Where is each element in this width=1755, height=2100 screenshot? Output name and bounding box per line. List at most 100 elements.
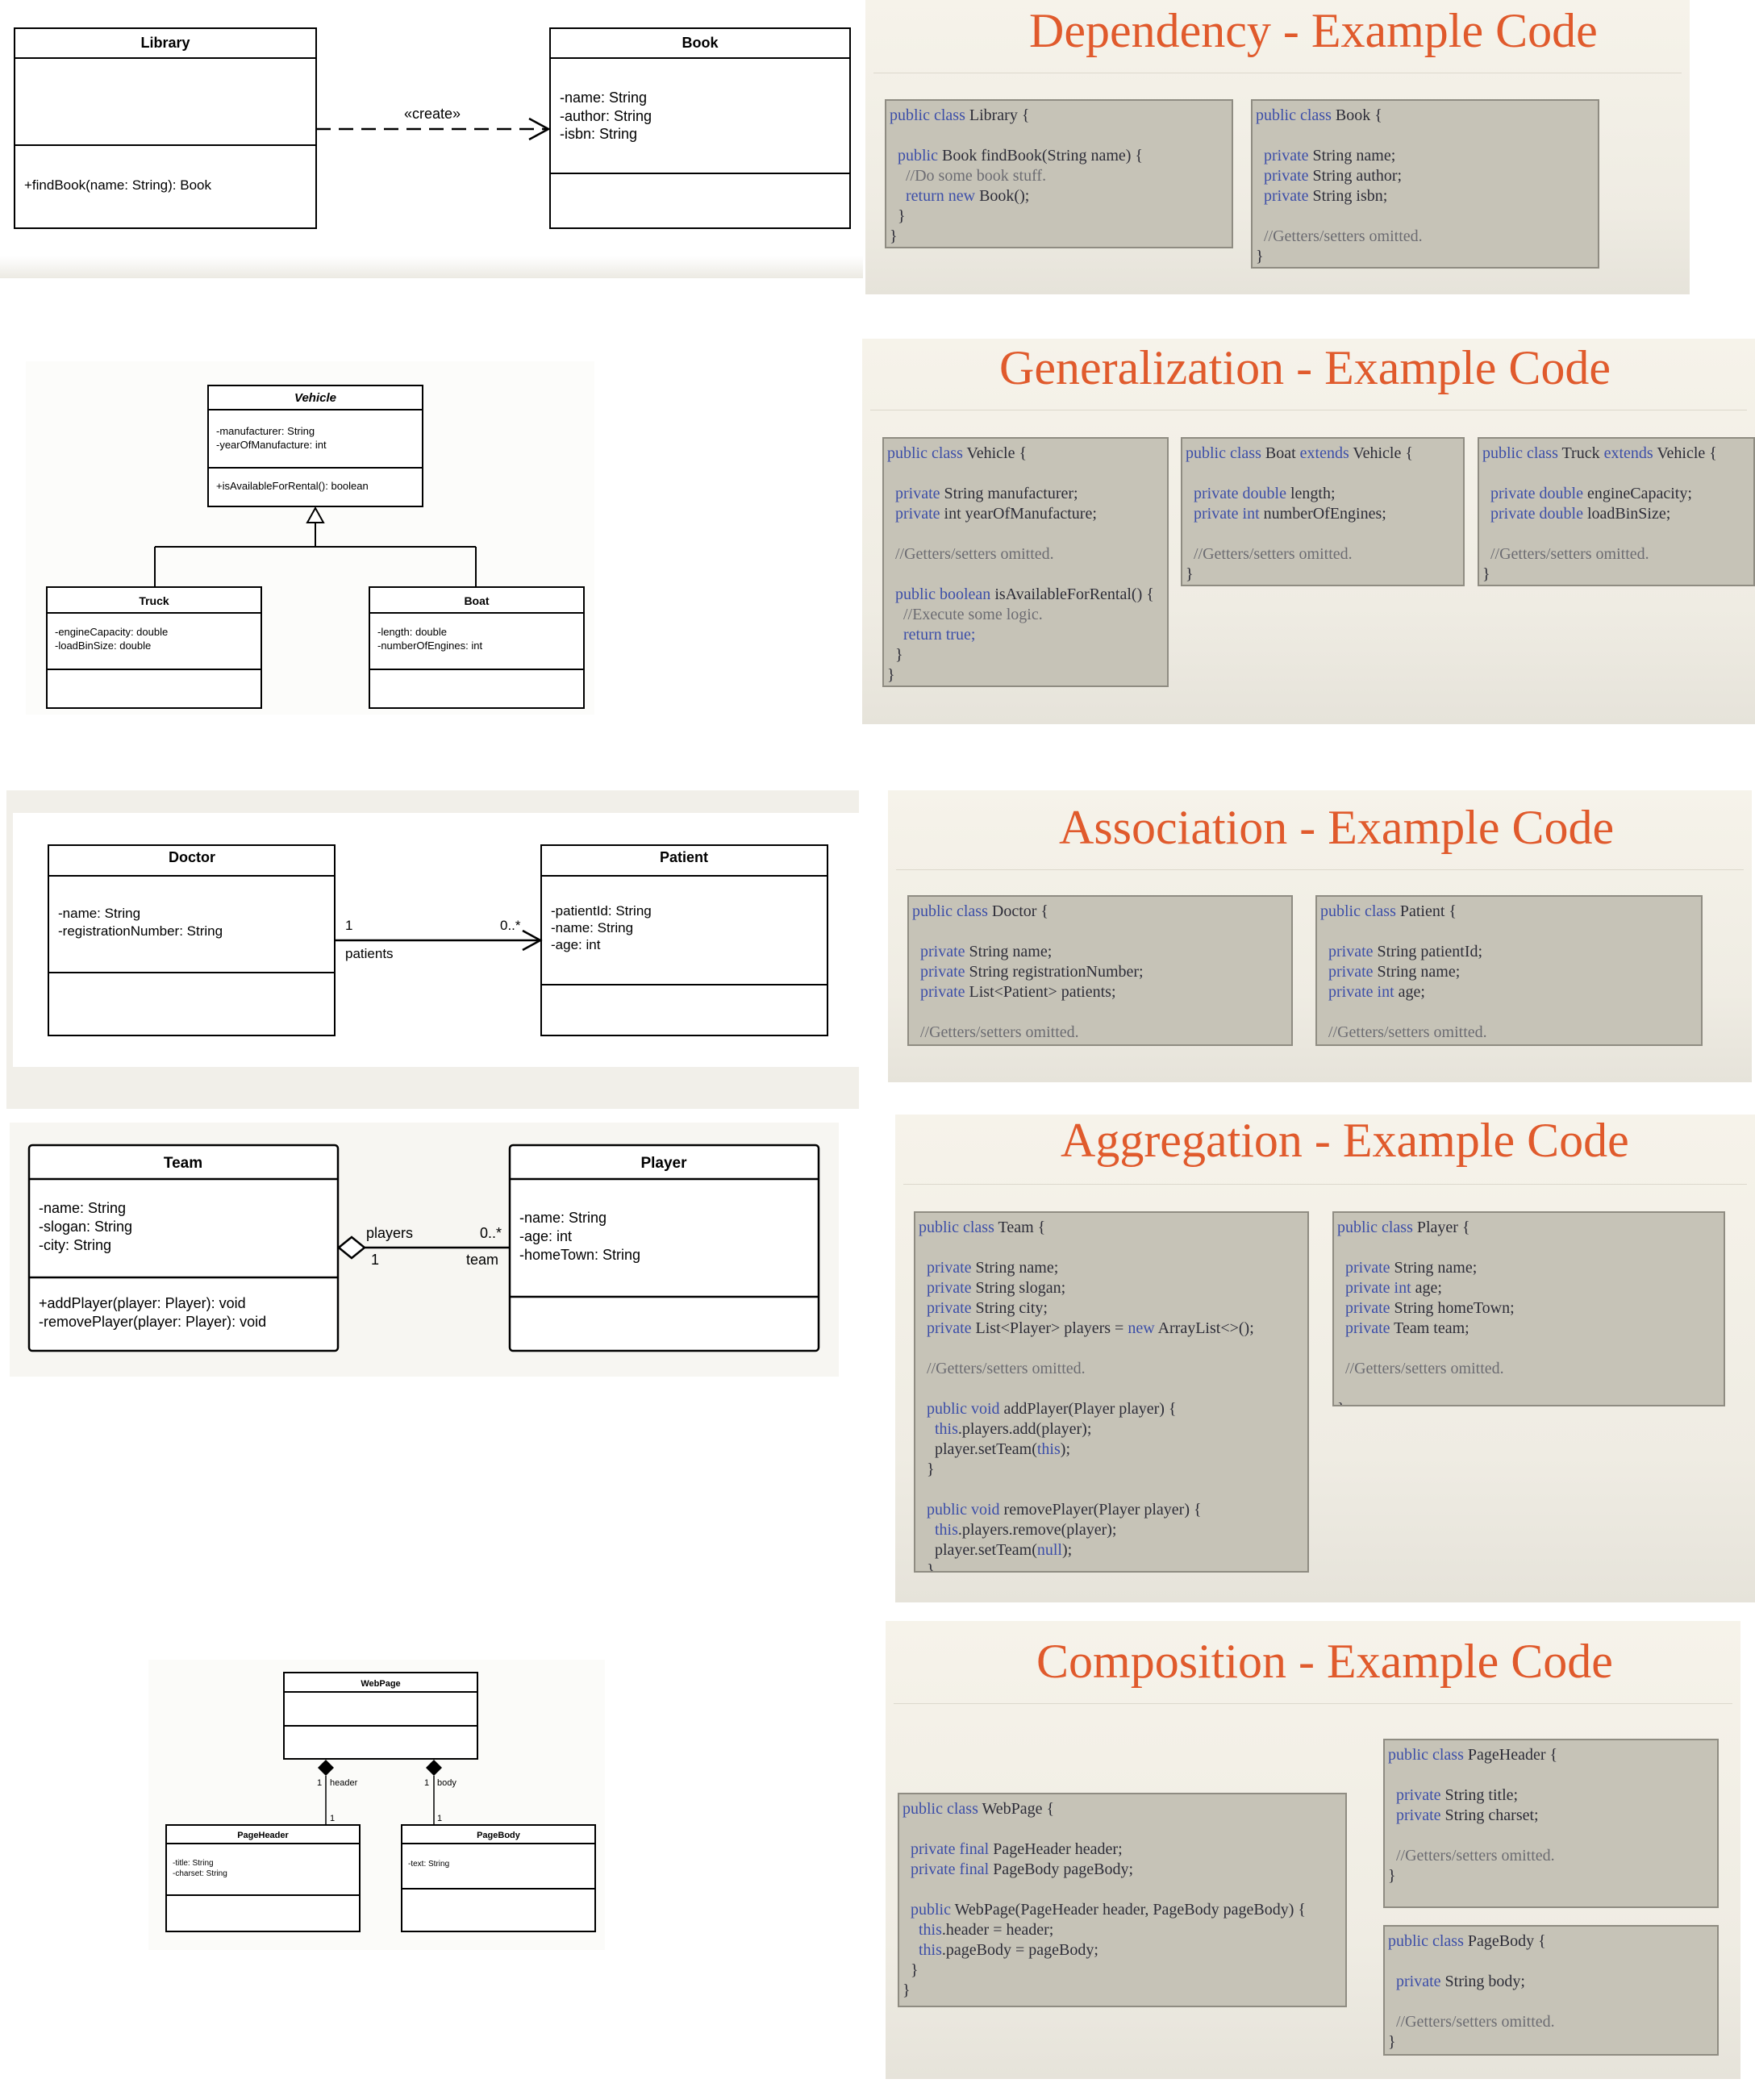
code-comment: //Getters/setters omitted. [1328, 1023, 1487, 1041]
code-line: private String slogan; [919, 1278, 1304, 1298]
doctor-class[interactable]: Doctor -name: String -registrationNumber… [48, 844, 336, 1036]
webpage-class[interactable]: WebPage [283, 1672, 478, 1760]
book-class[interactable]: Book -name: String -author: String -isbn… [549, 27, 851, 229]
code-text: Library { [969, 106, 1030, 124]
code-line: private double engineCapacity; [1482, 484, 1750, 504]
code-text: } [890, 227, 898, 245]
pagebody-class[interactable]: PageBody -text: String [401, 1824, 596, 1932]
vehicle-class-name: Vehicle [294, 391, 336, 405]
code-keyword: private [927, 1299, 976, 1317]
slide-title: Generalization - Example Code [999, 341, 1611, 394]
player-class[interactable]: Player -name: String -age: int -homeTown… [508, 1144, 820, 1352]
code-text: PageBody pageBody; [993, 1860, 1134, 1878]
code-keyword: extends [1603, 444, 1657, 462]
code-line: } [1337, 1399, 1720, 1405]
association-svg: Doctor -name: String -registrationNumber… [48, 844, 828, 1036]
code-comment: //Getters/setters omitted. [895, 545, 1054, 563]
header-mult-bottom: 1 [330, 1814, 335, 1823]
patient-class[interactable]: Patient -patientId: String -name: String… [540, 844, 828, 1036]
code-line: private Team team; [1337, 1319, 1720, 1339]
code-text: } [903, 1961, 919, 1979]
boat-class-name: Boat [464, 594, 489, 607]
code-keyword: private [895, 485, 944, 502]
title-rule [903, 1184, 1747, 1185]
code-line: } [1186, 565, 1460, 585]
code-text: String city; [975, 1299, 1048, 1317]
code-box-vehicle: public class Vehicle { private String ma… [882, 437, 1169, 687]
mult-players: 0..* [480, 1225, 502, 1241]
code-keyword: null [1036, 1541, 1062, 1559]
code-text: String isbn; [1312, 187, 1388, 205]
code-keyword: private [1264, 187, 1313, 205]
player-attribute: -name: String [519, 1210, 607, 1226]
pagebody-class-name: PageBody [477, 1831, 521, 1840]
code-keyword: private [1264, 147, 1313, 165]
code-keyword: this [935, 1420, 958, 1438]
library-class[interactable]: Library +findBook(name: String): Book [14, 27, 317, 229]
book-attribute: -author: String [560, 108, 652, 124]
team-class[interactable]: Team -name: String -slogan: String -city… [27, 1144, 340, 1352]
code-text: player.setTeam( [919, 1541, 1037, 1559]
code-line: public class Vehicle { [887, 444, 1164, 464]
vehicle-attribute: -yearOfManufacture: int [216, 439, 327, 451]
code-line: this.header = header; [903, 1920, 1342, 1940]
code-line: public class WebPage { [903, 1799, 1342, 1819]
code-keyword: this [919, 1941, 942, 1959]
code-text: String body; [1444, 1973, 1525, 1990]
code-line: private String name; [919, 1258, 1304, 1278]
code-text: WebPage(PageHeader header, PageBody page… [954, 1901, 1307, 1919]
role-team: team [466, 1252, 498, 1268]
team-attribute: -city: String [39, 1237, 111, 1253]
code-text: String name; [1377, 963, 1461, 981]
code-keyword: private [1396, 1806, 1445, 1824]
pageheader-class[interactable]: PageHeader -title: String -charset: Stri… [165, 1824, 361, 1932]
library-class-name: Library [140, 35, 190, 51]
code-text: Team { [998, 1219, 1046, 1236]
code-line: } [1388, 1866, 1714, 1886]
code-line: //Execute some logic. [887, 605, 1164, 625]
code-box-patient: public class Patient { private String pa… [1315, 895, 1703, 1046]
code-text: String name; [1394, 1259, 1478, 1277]
code-line: private String author; [1256, 166, 1595, 186]
code-line: } [887, 665, 1164, 685]
code-keyword: private [1396, 1786, 1445, 1804]
code-keyword: private [1328, 943, 1378, 960]
header-role: header [330, 1778, 358, 1788]
code-line: return true; [887, 625, 1164, 645]
vehicle-class[interactable]: Vehicle -manufacturer: String -yearOfMan… [207, 385, 423, 507]
code-keyword: public void [927, 1400, 1004, 1418]
code-text: PageHeader { [1467, 1746, 1558, 1764]
code-keyword: return true; [903, 626, 976, 644]
code-line: //Getters/setters omitted. [1186, 544, 1460, 565]
code-text: .players.remove(player); [957, 1521, 1117, 1539]
code-line: } [1256, 247, 1595, 267]
generalization-slide: Generalization - Example Code public cla… [862, 339, 1755, 724]
code-text: Vehicle { [1657, 444, 1717, 462]
composition-slide: Composition - Example Code public class … [886, 1621, 1740, 2079]
code-line: //Getters/setters omitted. [1320, 1023, 1698, 1043]
boat-class[interactable]: Boat -length: double -numberOfEngines: i… [369, 586, 585, 709]
code-box-boat: public class Boat extends Vehicle { priv… [1181, 437, 1465, 586]
aggregation-svg: Team -name: String -slogan: String -city… [27, 1144, 820, 1352]
association-arrow: 1 0..* patients [335, 918, 543, 961]
code-line: private String title; [1388, 1785, 1714, 1806]
code-keyword: public class [1482, 444, 1562, 462]
code-keyword: public class [903, 1800, 982, 1818]
truck-class[interactable]: Truck -engineCapacity: double -loadBinSi… [46, 586, 262, 709]
code-box-library: public class Library { public Book findB… [885, 99, 1233, 248]
